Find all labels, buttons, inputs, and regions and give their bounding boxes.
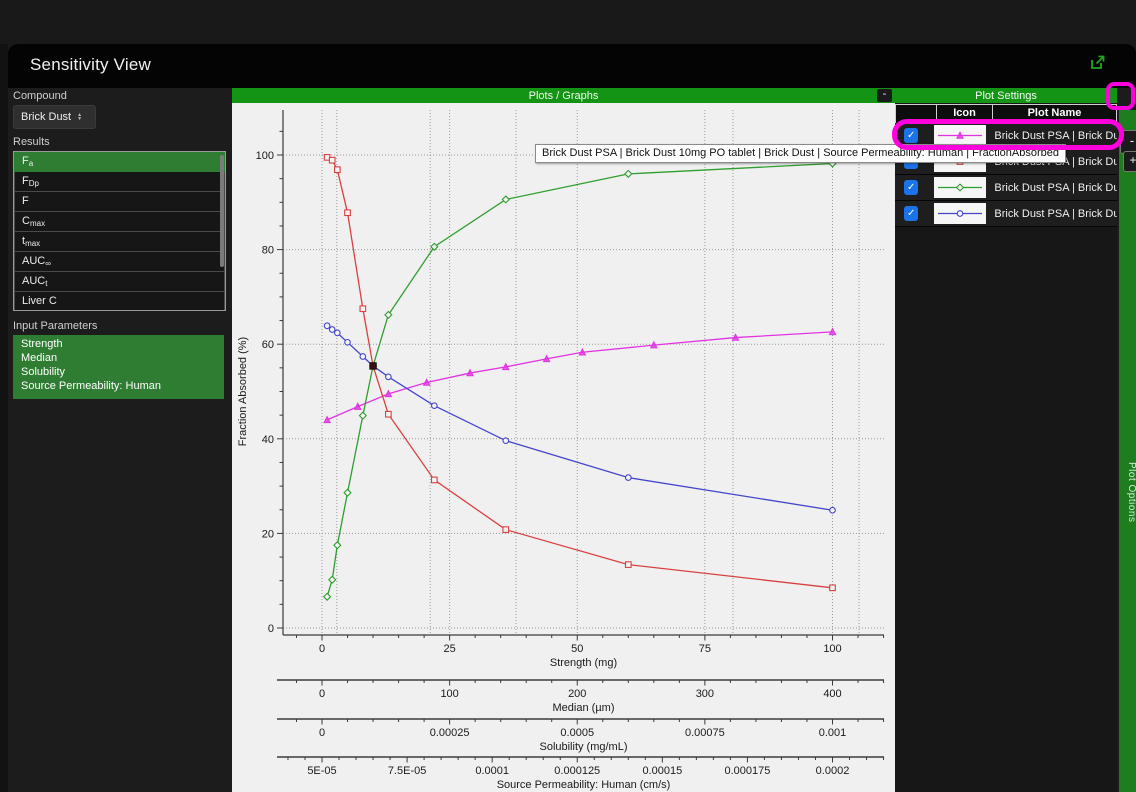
sidebar: Compound Brick Dust ▲▼ Results FaFDpFCma… [8,88,232,792]
plots-graphs-panel: Plots / Graphs - 0 20 40 60 80 100 Fraction Ab… [232,88,895,792]
svg-text:200: 200 [568,688,586,700]
window-left-edge [0,44,8,792]
svg-text:0.0002: 0.0002 [816,765,850,777]
plot-marker-icon [934,177,986,198]
plot-settings-row[interactable]: ✓ Brick Dust PSA | Brick Dust [895,201,1117,227]
results-item[interactable]: FDp [14,172,225,192]
results-item[interactable]: tmax [14,232,225,252]
results-item[interactable]: AUC∞ [14,252,225,272]
svg-text:0.00015: 0.00015 [642,765,682,777]
svg-text:100: 100 [440,688,458,700]
plot-options-label: Plot Options [1126,462,1136,522]
series-strength [324,155,835,591]
results-list[interactable]: FaFDpFCmaxtmaxAUC∞AUCtLiver C [13,151,226,311]
svg-text:5E-05: 5E-05 [307,765,336,777]
x-axis-label: Median (µm) [553,702,615,714]
input-parameter-item[interactable]: Source Permeability: Human [13,379,224,393]
plots-collapse-button[interactable]: - [877,89,892,102]
selected-data-point [370,363,376,369]
plot-marker-icon [934,125,986,146]
svg-text:400: 400 [823,688,841,700]
plots-graphs-header: Plots / Graphs - [232,88,895,103]
app-screen: Sensitivity View Compound Brick Dust ▲▼ … [0,0,1136,792]
series-solubility [324,160,836,600]
x-axis-label: Strength (mg) [550,657,617,669]
add-plot-button[interactable]: + [1123,151,1136,172]
svg-text:0.00025: 0.00025 [430,727,470,739]
input-parameter-item[interactable]: Median [13,351,224,365]
plot-settings-rows: ✓ Brick Dust PSA | Brick Dust ✓ Brick Dust … [895,123,1117,227]
plot-visible-checkbox[interactable]: ✓ [904,180,918,195]
x-axis-label: Source Permeability: Human (cm/s) [497,779,671,791]
input-parameter-item[interactable]: Strength [13,337,224,351]
svg-text:0.000175: 0.000175 [724,765,770,777]
page-title: Sensitivity View [30,55,151,75]
svg-text:0.00075: 0.00075 [685,727,725,739]
results-item[interactable]: AUCt [14,272,225,292]
compound-select[interactable]: Brick Dust ▲▼ [13,105,96,129]
open-in-new-window-icon[interactable] [1088,52,1108,72]
x-axis-label: Solubility (mg/mL) [539,741,627,753]
plot-settings-table-header: Icon Plot Name [895,104,1117,124]
sensitivity-chart[interactable]: 0 20 40 60 80 100 Fraction Absorbed (%) 0 25 50 75… [232,103,895,792]
svg-text:80: 80 [262,245,274,257]
checkbox-column-header [895,105,937,123]
svg-text:100: 100 [256,150,274,162]
svg-text:100: 100 [823,643,841,655]
svg-text:0.001: 0.001 [819,727,847,739]
svg-text:0.000125: 0.000125 [554,765,600,777]
svg-text:0: 0 [268,623,274,635]
plot-settings-panel: Plot Settings Icon Plot Name ✓ Brick Dust… [895,88,1117,792]
svg-text:0: 0 [319,643,325,655]
plot-visible-checkbox[interactable]: ✓ [904,206,918,221]
svg-text:0.0005: 0.0005 [560,727,594,739]
plot-visible-checkbox[interactable]: ✓ [904,128,918,143]
plot-name: Brick Dust PSA | Brick Dust [994,208,1117,220]
svg-text:75: 75 [699,643,711,655]
plots-graphs-header-label: Plots / Graphs [529,90,599,102]
series-median [324,323,835,513]
title-bar: Sensitivity View [8,44,1136,88]
compound-select-value: Brick Dust [21,111,71,123]
chart-svg: 0 20 40 60 80 100 Fraction Absorbed (%) 0 25 50 75… [232,103,895,792]
y-axis-label: Fraction Absorbed (%) [237,337,249,446]
results-item[interactable]: Liver C [14,292,225,311]
svg-text:25: 25 [444,643,456,655]
plot-name: Brick Dust PSA | Brick Dust [994,182,1117,194]
plot-marker-icon [934,203,986,224]
plot-options-strip[interactable]: Plot Options [1119,110,1136,792]
plot-tooltip: Brick Dust PSA | Brick Dust 10mg PO tabl… [535,144,1066,163]
compound-label: Compound [13,90,67,102]
results-label: Results [13,136,50,148]
plot-name: Brick Dust PSA | Brick Dust [994,130,1117,142]
input-parameter-item[interactable]: Solubility [13,365,224,379]
results-item[interactable]: Fa [14,152,225,172]
plot-name-column-header: Plot Name [993,105,1117,123]
up-down-arrows-icon[interactable]: ▲▼ [77,113,82,121]
svg-text:40: 40 [262,434,274,446]
svg-text:50: 50 [571,643,583,655]
input-parameters-label: Input Parameters [13,320,97,332]
results-item[interactable]: Cmax [14,212,225,232]
results-item[interactable]: F [14,192,225,212]
results-scrollbar[interactable] [220,155,224,267]
plot-settings-header-label: Plot Settings [975,90,1037,102]
plot-settings-header: Plot Settings [895,88,1117,103]
series-source-permeability-human [324,329,836,423]
svg-text:20: 20 [262,528,274,540]
input-parameters-list[interactable]: StrengthMedianSolubilitySource Permeabil… [13,335,224,399]
svg-text:0.0001: 0.0001 [475,765,509,777]
svg-text:0: 0 [319,688,325,700]
icon-column-header: Icon [937,105,993,123]
svg-text:60: 60 [262,339,274,351]
svg-text:300: 300 [696,688,714,700]
svg-text:7.5E-05: 7.5E-05 [388,765,427,777]
svg-text:0: 0 [319,727,325,739]
plot-settings-row[interactable]: ✓ Brick Dust PSA | Brick Dust [895,175,1117,201]
